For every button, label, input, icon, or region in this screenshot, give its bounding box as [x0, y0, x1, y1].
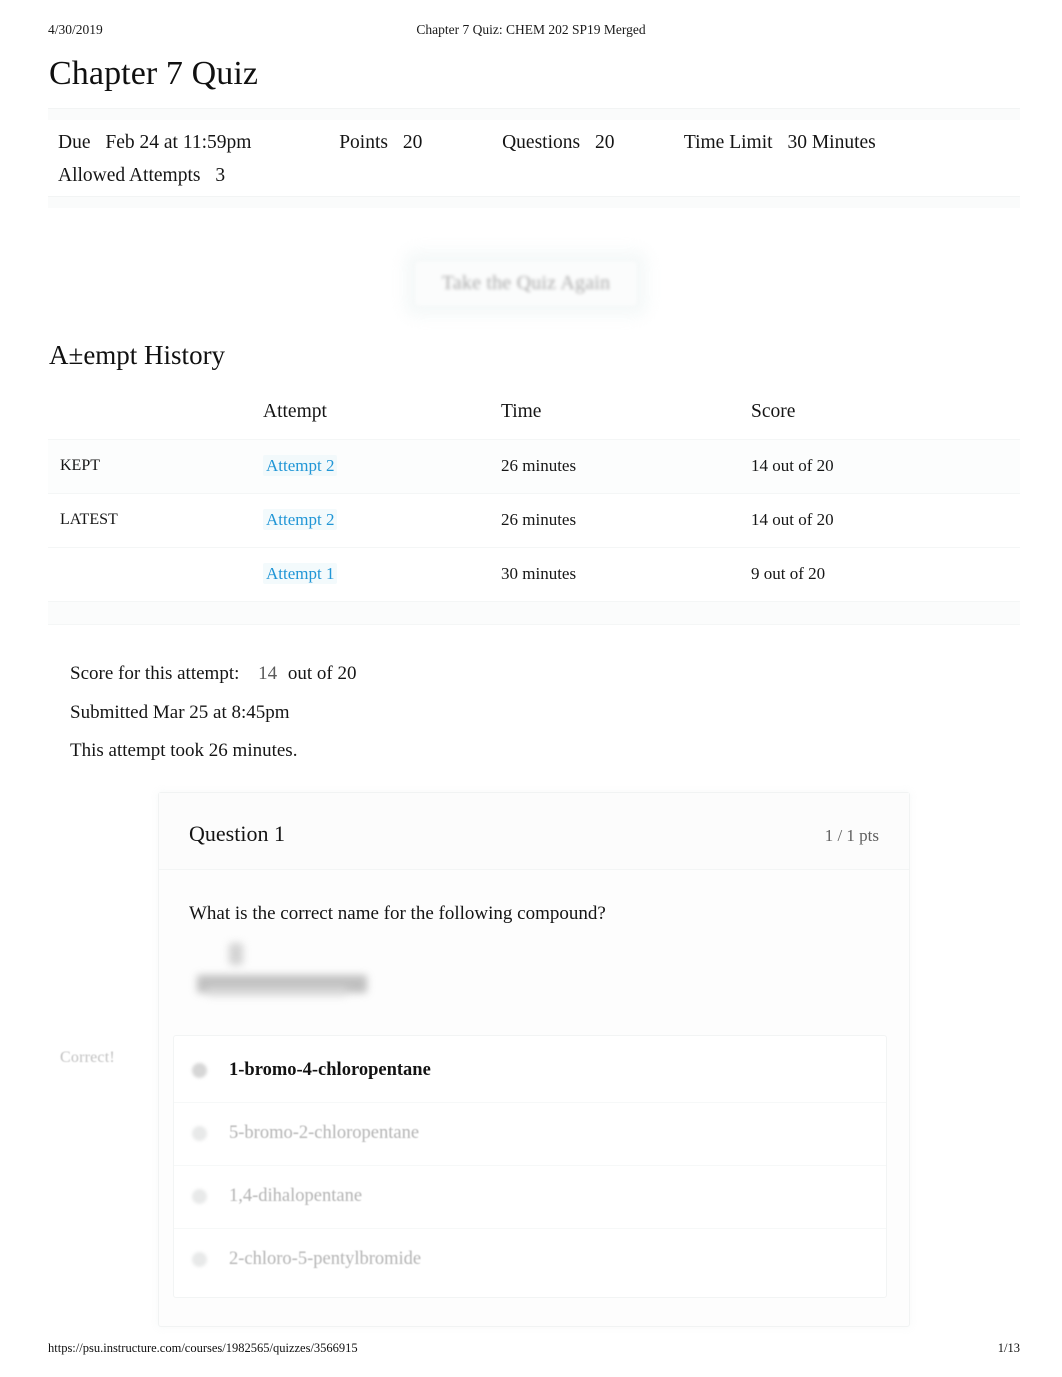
answer-option[interactable]: 2-chloro-5-pentylbromide	[174, 1229, 886, 1291]
question-prompt: What is the correct name for the followi…	[189, 902, 606, 924]
print-document-title: Chapter 7 Quiz: CHEM 202 SP19 Merged	[416, 22, 646, 37]
table-header-row: Attempt Time Score	[48, 401, 1020, 440]
attempt-time: 26 minutes	[501, 456, 577, 476]
retake-zone: Take the Quiz Again	[48, 244, 1020, 340]
attempt-table-footer-band	[48, 601, 1020, 626]
column-header-time: Time	[501, 401, 542, 423]
table-row: LATEST Attempt 2 26 minutes 14 out of 20	[48, 493, 1020, 548]
page-title: Chapter 7 Quiz	[49, 55, 259, 92]
score-suffix: out of 20	[287, 663, 357, 685]
answer-result-flag: Correct!	[60, 1048, 115, 1066]
score-for-attempt-line: Score for this attempt: 14 out of 20	[70, 659, 1020, 688]
attempt-link[interactable]: Attempt 2	[263, 509, 338, 531]
allowed-attempts-label: Allowed Attempts	[58, 165, 201, 187]
questions-value: 20	[594, 132, 615, 154]
answer-options-list: 1-bromo-4-chloropentane 5-bromo-2-chloro…	[173, 1034, 887, 1298]
attempt-tag: LATEST	[60, 511, 118, 529]
answer-option[interactable]: 1-bromo-4-chloropentane	[174, 1040, 886, 1103]
quiz-meta-row-2: Allowed Attempts 3	[58, 159, 1020, 192]
answer-option[interactable]: 1,4-dihalopentane	[174, 1166, 886, 1229]
answer-option[interactable]: 5-bromo-2-chloropentane	[174, 1103, 886, 1166]
meta-rule-bottom	[48, 196, 1020, 209]
take-quiz-again-button[interactable]: Take the Quiz Again	[414, 260, 638, 308]
radio-icon[interactable]	[192, 1063, 207, 1079]
attempt-link[interactable]: Attempt 1	[263, 563, 338, 585]
attempt-history-heading: A±empt History	[49, 340, 226, 371]
question-body: What is the correct name for the followi…	[159, 870, 909, 1326]
answer-option-label: 5-bromo-2-chloropentane	[229, 1123, 420, 1144]
time-limit-label: Time Limit	[683, 132, 773, 154]
score-value: 14	[258, 663, 278, 685]
column-header-tag	[48, 401, 263, 440]
print-page-number: 1/13	[997, 1341, 1020, 1355]
submitted-line: Submitted Mar 25 at 8:45pm	[70, 701, 290, 723]
question-header: Question 1 1 / 1 pts	[159, 792, 909, 870]
attempt-link-cell: Attempt 2	[263, 494, 501, 548]
question-card: Correct! Question 1 1 / 1 pts What is th…	[60, 791, 910, 1327]
attempt-time: 30 minutes	[501, 564, 577, 584]
duration-line: This attempt took 26 minutes.	[70, 740, 298, 762]
attempt-score: 14 out of 20	[751, 510, 834, 530]
quiz-meta: Due Feb 24 at 11:59pm Points 20 Question…	[48, 120, 1020, 196]
question-points: 1 / 1 pts	[824, 825, 879, 845]
due-value: Feb 24 at 11:59pm	[105, 132, 252, 154]
radio-icon[interactable]	[192, 1189, 207, 1205]
attempt-history-table: Attempt Time Score KEPT Attempt 2 26 min…	[48, 401, 1020, 601]
attempt-score: 14 out of 20	[751, 456, 834, 476]
attempt-score: 9 out of 20	[751, 564, 826, 584]
questions-label: Questions	[502, 132, 581, 154]
quiz-meta-band: Due Feb 24 at 11:59pm Points 20 Question…	[48, 108, 1020, 209]
points-label: Points	[339, 132, 388, 154]
answer-option-label: 1-bromo-4-chloropentane	[229, 1060, 431, 1081]
radio-icon[interactable]	[192, 1252, 207, 1268]
column-header-attempt: Attempt	[263, 401, 327, 423]
attempt-summary: Score for this attempt: 14 out of 20 Sub…	[70, 659, 1020, 765]
table-row: Attempt 1 30 minutes 9 out of 20	[48, 547, 1020, 602]
print-header: 4/30/2019 Chapter 7 Quiz: CHEM 202 SP19 …	[0, 22, 1062, 42]
attempt-link-cell: Attempt 1	[263, 548, 501, 602]
take-quiz-again-label: Take the Quiz Again	[441, 272, 611, 295]
radio-icon[interactable]	[192, 1126, 207, 1142]
points-value: 20	[402, 132, 423, 154]
column-header-score: Score	[751, 401, 796, 423]
quiz-meta-row-1: Due Feb 24 at 11:59pm Points 20 Question…	[58, 126, 1020, 159]
compound-structure-image	[193, 941, 403, 1011]
due-label: Due	[58, 132, 91, 154]
allowed-attempts-value: 3	[215, 165, 226, 187]
meta-rule-top	[48, 108, 1020, 121]
score-label: Score for this attempt:	[70, 663, 240, 685]
table-row: KEPT Attempt 2 26 minutes 14 out of 20	[48, 439, 1020, 494]
attempt-link[interactable]: Attempt 2	[263, 455, 338, 477]
print-url: https://psu.instructure.com/courses/1982…	[48, 1341, 358, 1355]
attempt-tag: KEPT	[60, 457, 100, 475]
time-limit-value: 30 Minutes	[787, 132, 876, 154]
attempt-tag	[48, 548, 263, 602]
attempt-time: 26 minutes	[501, 510, 577, 530]
attempt-link-cell: Attempt 2	[263, 440, 501, 494]
question-number: Question 1	[189, 820, 285, 846]
answer-option-label: 2-chloro-5-pentylbromide	[229, 1249, 422, 1270]
page-content: Chapter 7 Quiz Due Feb 24 at 11:59pm Poi…	[48, 50, 1020, 1327]
print-footer: https://psu.instructure.com/courses/1982…	[0, 1341, 1062, 1359]
answer-option-label: 1,4-dihalopentane	[229, 1186, 363, 1207]
